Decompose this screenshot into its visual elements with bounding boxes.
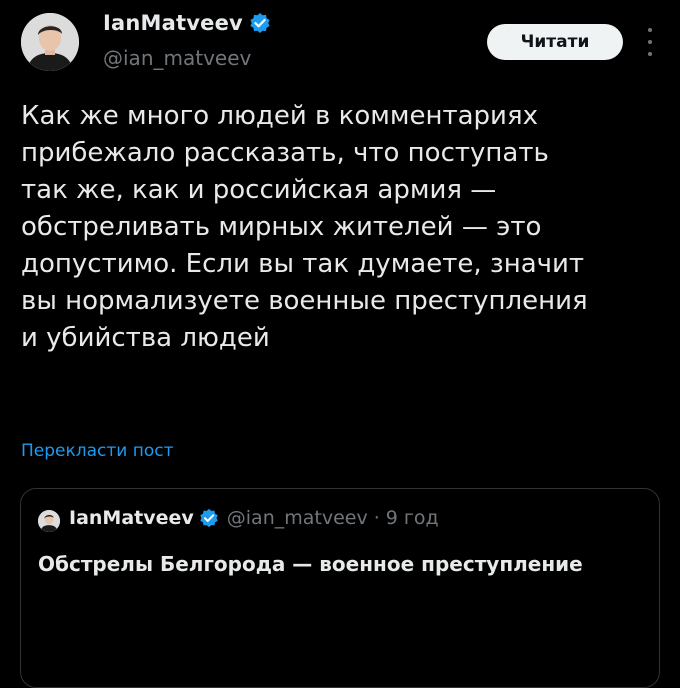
quoted-header: IanMatveev @ian_matveev · 9 год [69,507,439,529]
translate-post-link[interactable]: Перекласти пост [21,441,174,461]
author-name-text[interactable]: IanMatveev [103,11,243,35]
more-dot [648,28,652,32]
verified-badge-icon [250,13,270,33]
quoted-author-name: IanMatveev [69,507,194,529]
quoted-tweet-text: Обстрелы Белгорода — военное преступлени… [38,552,583,576]
quoted-author-handle: @ian_matveev [226,507,368,529]
more-dot [648,40,652,44]
quoted-separator: · [373,507,380,529]
author-avatar[interactable] [21,13,79,71]
more-options-icon[interactable] [643,28,657,56]
quoted-author-avatar [38,510,60,532]
author-display-name[interactable]: IanMatveev [103,11,271,35]
quoted-timestamp: 9 год [385,507,439,529]
person-avatar-icon [38,510,60,532]
more-dot [648,52,652,56]
follow-button[interactable]: Читати [487,24,623,60]
verified-badge-icon [200,508,218,528]
tweet-header: IanMatveev @ian_matveev Читати [0,0,680,96]
tweet-text: Как же много людей в комментариях прибеж… [21,101,588,353]
person-avatar-icon [21,13,79,71]
author-handle[interactable]: @ian_matveev [103,46,251,70]
quoted-tweet-card[interactable]: IanMatveev @ian_matveev · 9 год Обстрелы… [20,488,660,688]
